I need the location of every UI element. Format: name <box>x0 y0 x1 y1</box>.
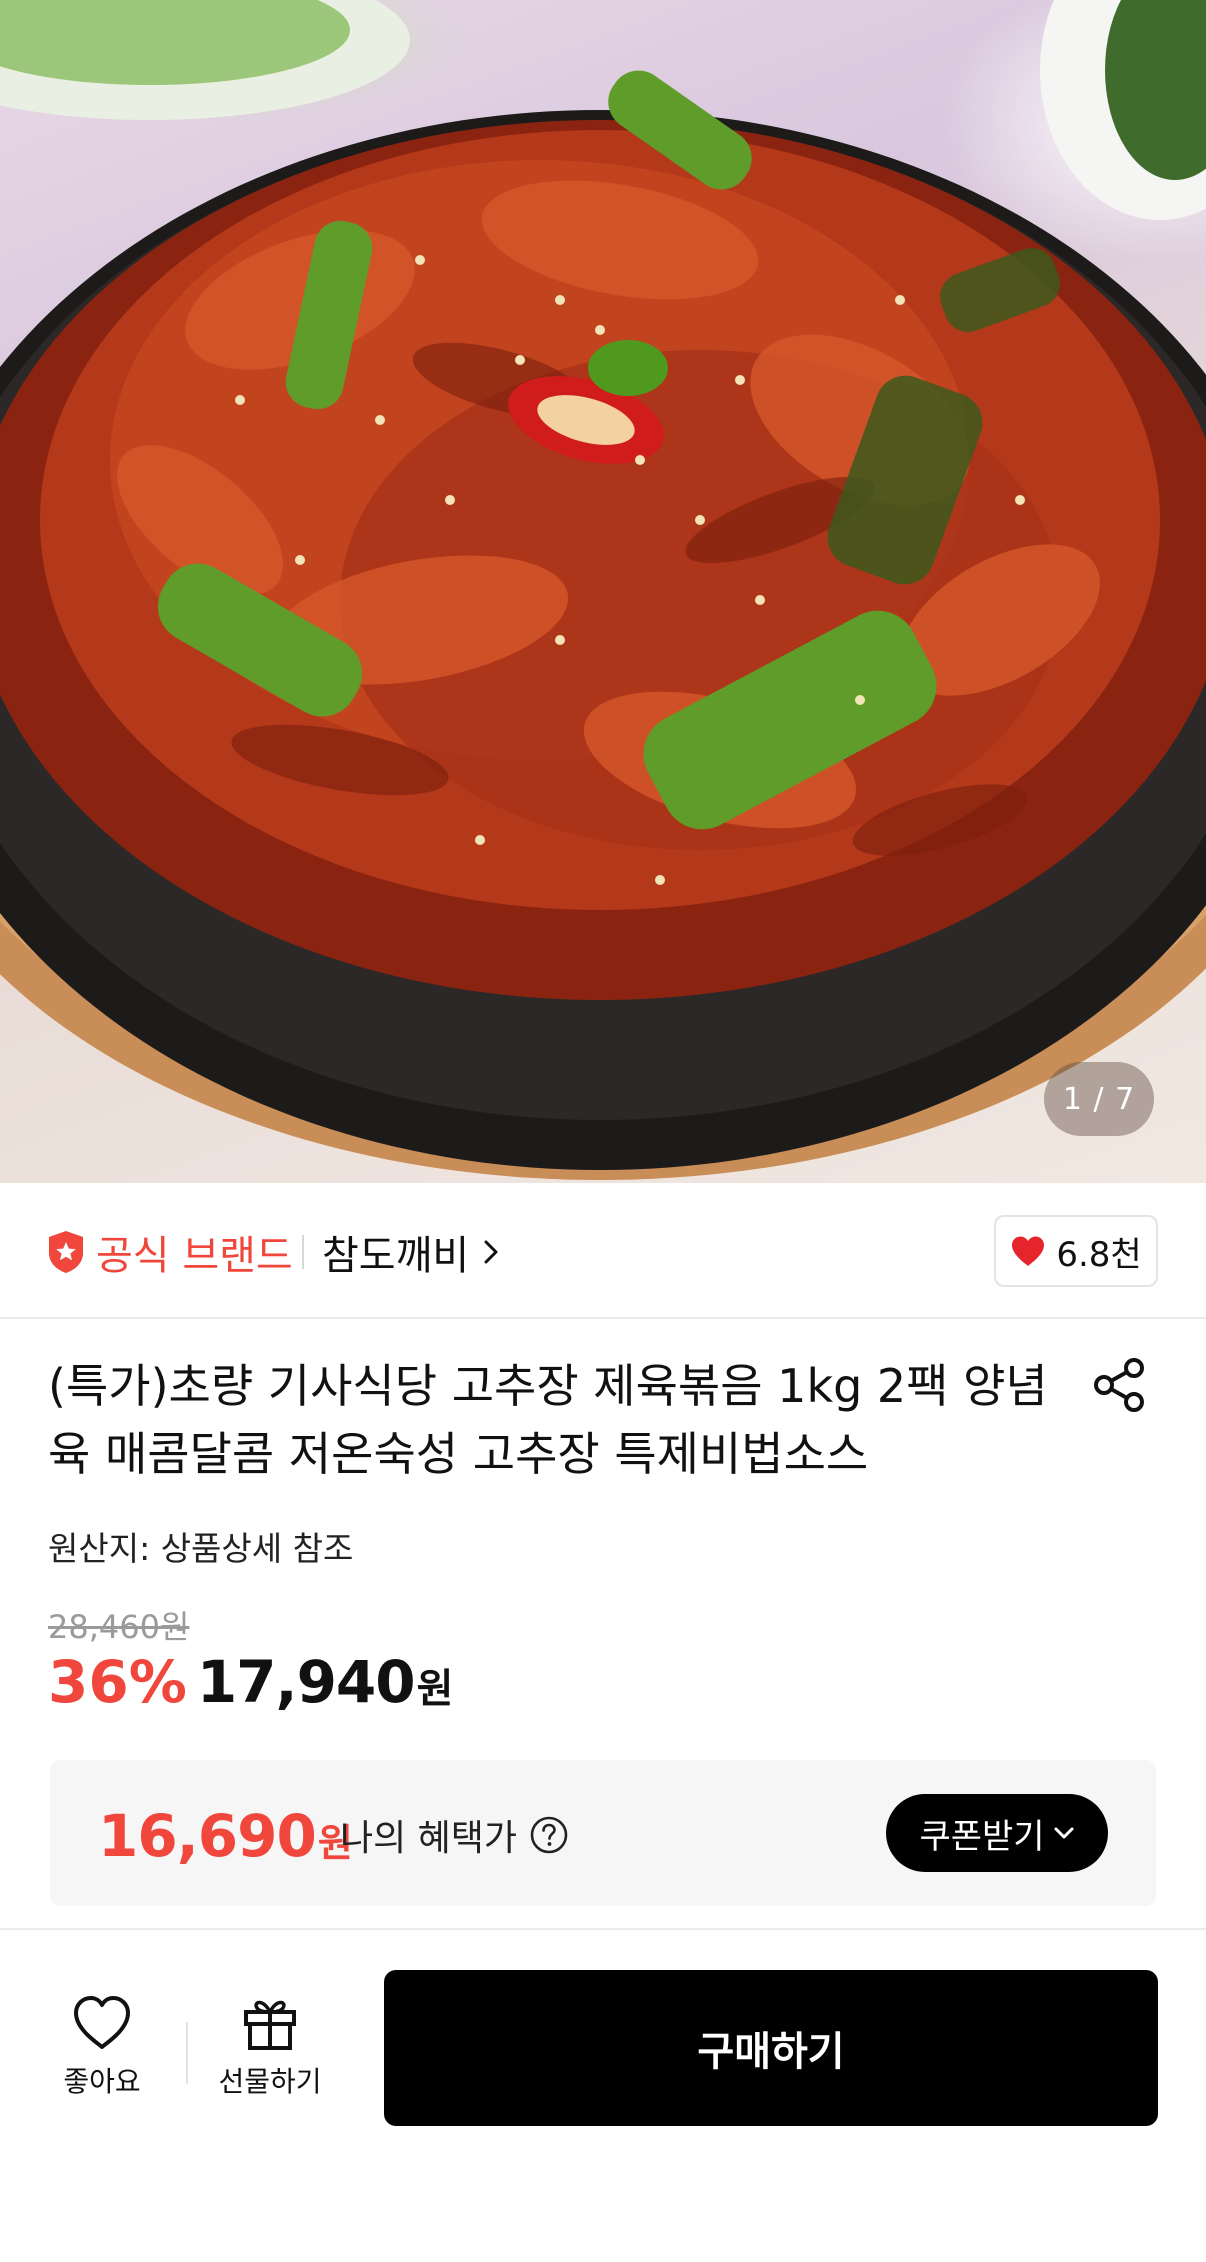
benefit-label: 나의 혜택가 <box>340 1818 518 1859</box>
bottom-action-bar: 좋아요 선물하기 구매하기 <box>0 1928 1206 2262</box>
question-circle-icon[interactable] <box>529 1815 569 1855</box>
discount-rate: 36% <box>48 1648 187 1716</box>
original-price: 28,460원 <box>48 1608 190 1646</box>
product-title-line-2: 육 매콤달콤 저온숙성 고추장 특제비법소스 <box>48 1427 869 1481</box>
gift-button-label: 선물하기 <box>218 2065 322 2098</box>
product-title: (특가)초량 기사식당 고추장 제육볶음 1kg 2팩 양념 육 매콤달콤 저온… <box>48 1352 1058 1488</box>
buy-button[interactable]: 구매하기 <box>384 1970 1158 2126</box>
product-image-carousel[interactable]: 1 / 7 <box>0 0 1206 1183</box>
benefit-label-row: 나의 혜택가 <box>340 1810 569 1860</box>
sale-price: 17,940 <box>196 1648 416 1716</box>
chevron-right-icon <box>484 1240 498 1264</box>
share-icon[interactable] <box>1092 1356 1148 1414</box>
heart-filled-icon <box>1012 1236 1045 1266</box>
gift-icon <box>244 2000 296 2050</box>
like-count: 6.8천 <box>1056 1234 1142 1275</box>
shield-star-icon <box>49 1231 83 1273</box>
coupon-button-label: 쿠폰받기 <box>919 1816 1045 1857</box>
benefit-box: 16,690 원 나의 혜택가 쿠폰받기 <box>50 1760 1156 1906</box>
official-brand-badge: 공식 브랜드 <box>46 1227 293 1279</box>
product-title-line-1: (특가)초량 기사식당 고추장 제육볶음 1kg 2팩 양념 <box>48 1359 1048 1413</box>
gift-button[interactable]: 선물하기 <box>200 1994 340 2104</box>
price-row: 36% 17,940 원 <box>48 1648 453 1718</box>
product-photo <box>0 0 1206 1180</box>
store-name: 참도깨비 <box>322 1233 470 1279</box>
official-brand-label: 공식 브랜드 <box>96 1233 293 1279</box>
chevron-down-icon <box>1054 1827 1074 1839</box>
benefit-amount: 16,690 <box>98 1802 317 1870</box>
brand-divider <box>302 1235 304 1269</box>
brand-row: 공식 브랜드 참도깨비 6.8천 <box>0 1183 1206 1319</box>
store-link[interactable]: 참도깨비 <box>322 1227 499 1279</box>
sale-price-unit: 원 <box>416 1666 454 1712</box>
origin-info: 원산지: 상품상세 참조 <box>48 1529 354 1568</box>
like-button-label: 좋아요 <box>63 2065 141 2098</box>
bottom-bar-divider <box>186 2022 188 2084</box>
like-button[interactable]: 좋아요 <box>40 1994 164 2104</box>
coupon-button[interactable]: 쿠폰받기 <box>886 1794 1108 1872</box>
benefit-price: 16,690 원 <box>98 1802 353 1870</box>
slide-counter: 1 / 7 <box>1044 1062 1154 1136</box>
heart-icon <box>74 1996 130 2049</box>
like-count-button[interactable]: 6.8천 <box>994 1215 1158 1287</box>
product-detail-page: 1 / 7 공식 브랜드 참도깨비 6.8천 (특가)초량 기사식당 고추장 제… <box>0 0 1206 2262</box>
